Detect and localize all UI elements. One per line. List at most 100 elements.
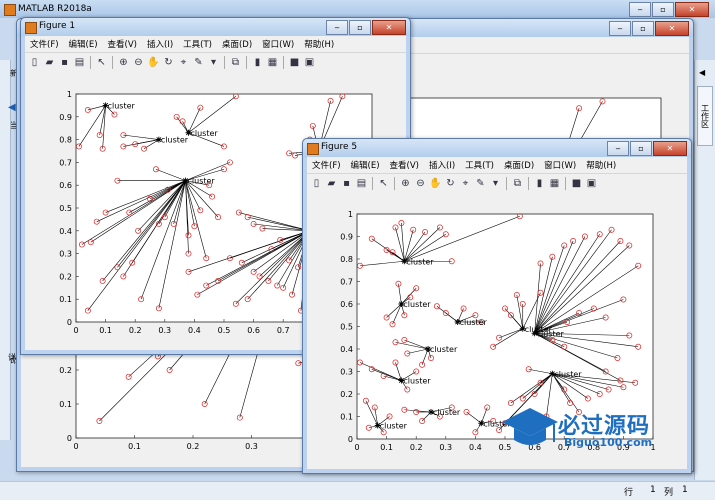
menu-item[interactable]: 插入(I): [424, 159, 460, 171]
pan-icon[interactable]: ✋: [147, 56, 160, 69]
close-button[interactable]: ✕: [655, 21, 689, 36]
pointer-icon[interactable]: ↖: [95, 56, 108, 69]
back-arrow-icon[interactable]: ◀: [8, 102, 16, 113]
maximize-button[interactable]: ▫: [630, 141, 652, 156]
workspace-side-tab[interactable]: 工作区: [697, 86, 713, 146]
close-button[interactable]: ✕: [372, 20, 406, 35]
y-tick-label: 0.6: [340, 300, 353, 309]
maximize-button[interactable]: ▫: [652, 2, 674, 17]
collapse-arrow-icon[interactable]: ◀: [699, 68, 705, 77]
figure-1-menubar: 文件(F) 编辑(E) 查看(V) 插入(I) 工具(T) 桌面(D) 窗口(W) 帮助(H): [25, 36, 406, 52]
y-tick-label: 0.8: [340, 255, 353, 264]
dropdown-icon[interactable]: ▾: [489, 177, 502, 190]
print-icon[interactable]: ▤: [355, 177, 368, 190]
cluster-label: cluster: [430, 345, 458, 354]
zoom-in-icon[interactable]: ⊕: [117, 56, 130, 69]
maximize-button[interactable]: ▫: [632, 21, 654, 36]
menu-item[interactable]: 文件(F): [25, 38, 64, 50]
colorbar-icon[interactable]: ▮: [251, 56, 264, 69]
colorbar-icon[interactable]: ▮: [533, 177, 546, 190]
print-icon[interactable]: ▤: [73, 56, 86, 69]
menu-item[interactable]: 文件(F): [307, 159, 346, 171]
cluster-label: cluster: [403, 377, 431, 386]
y-tick-label: 1: [67, 90, 72, 99]
y-tick-label: 0.4: [59, 227, 72, 236]
minimize-button[interactable]: ‒: [629, 2, 651, 17]
zoom-out-icon[interactable]: ⊖: [132, 56, 145, 69]
left-edge-label: 详: [8, 353, 16, 362]
pan-icon[interactable]: ✋: [429, 177, 442, 190]
dropdown-icon[interactable]: ▾: [207, 56, 220, 69]
figure-5-caption-buttons: ‒ ▫ ✕: [607, 141, 687, 156]
data-cursor-icon[interactable]: ⌖: [177, 56, 190, 69]
rotate-icon[interactable]: ↻: [444, 177, 457, 190]
x-tick-label: 0.4: [188, 326, 201, 335]
legend-icon[interactable]: ▦: [266, 56, 279, 69]
minimize-button[interactable]: ‒: [609, 21, 631, 36]
open-file-icon[interactable]: ▰: [325, 177, 338, 190]
menu-item[interactable]: 工具(T): [178, 38, 217, 50]
matlab-caption-buttons: ‒ ▫ ✕: [629, 2, 709, 17]
status-row-value: 1: [650, 485, 656, 495]
x-tick-label: 0.5: [218, 326, 231, 335]
toolbar-separator: [246, 55, 247, 69]
figure-back-caption-buttons: ‒ ▫ ✕: [609, 21, 689, 36]
legend-icon[interactable]: ▦: [548, 177, 561, 190]
maximize-button[interactable]: ▫: [349, 20, 371, 35]
pointer-icon[interactable]: ↖: [377, 177, 390, 190]
rotate-icon[interactable]: ↻: [162, 56, 175, 69]
menu-item[interactable]: 查看(V): [103, 38, 142, 50]
menu-item[interactable]: 窗口(W): [257, 38, 299, 50]
menu-item[interactable]: 桌面(D): [499, 159, 539, 171]
link-icon[interactable]: ⧉: [229, 56, 242, 69]
y-tick-label: 0.1: [59, 295, 72, 304]
new-file-icon[interactable]: ▯: [310, 177, 323, 190]
close-button[interactable]: ✕: [675, 2, 709, 17]
menu-item[interactable]: 编辑(E): [346, 159, 385, 171]
menu-item[interactable]: 窗口(W): [539, 159, 581, 171]
menu-item[interactable]: 工具(T): [460, 159, 499, 171]
menu-item[interactable]: 帮助(H): [299, 38, 339, 50]
figure-icon: [25, 22, 37, 34]
x-tick-label: 0.4: [469, 443, 482, 452]
show-tools-icon[interactable]: ▣: [303, 56, 316, 69]
save-icon[interactable]: ▪: [58, 56, 71, 69]
y-tick-label: 0.7: [59, 158, 72, 167]
minimize-button[interactable]: ‒: [326, 20, 348, 35]
data-cursor-icon[interactable]: ⌖: [459, 177, 472, 190]
menu-item[interactable]: 桌面(D): [217, 38, 257, 50]
brush-icon[interactable]: ✎: [474, 177, 487, 190]
close-button[interactable]: ✕: [653, 141, 687, 156]
x-tick-label: 0.1: [128, 442, 141, 451]
menu-item[interactable]: 插入(I): [142, 38, 178, 50]
x-tick-label: 0.3: [245, 442, 258, 451]
y-tick-label: 0.1: [59, 400, 72, 409]
cluster-label: cluster: [161, 136, 189, 145]
zoom-out-icon[interactable]: ⊖: [414, 177, 427, 190]
hide-tools-icon[interactable]: ■: [570, 177, 583, 190]
y-tick-label: 0: [67, 318, 72, 327]
menu-item[interactable]: 编辑(E): [64, 38, 103, 50]
toolbar-separator: [283, 55, 284, 69]
menu-item[interactable]: 帮助(H): [581, 159, 621, 171]
minimize-button[interactable]: ‒: [607, 141, 629, 156]
y-tick-label: 0.6: [59, 181, 72, 190]
show-tools-icon[interactable]: ▣: [585, 177, 598, 190]
cluster-label: cluster: [406, 257, 434, 266]
x-tick-label: 0.2: [410, 443, 423, 452]
zoom-in-icon[interactable]: ⊕: [399, 177, 412, 190]
y-tick-label: 0.1: [340, 413, 353, 422]
brush-icon[interactable]: ✎: [192, 56, 205, 69]
menu-item[interactable]: 查看(V): [385, 159, 424, 171]
new-file-icon[interactable]: ▯: [28, 56, 41, 69]
cluster-label: cluster: [433, 408, 461, 417]
y-tick-label: 0.5: [59, 204, 72, 213]
open-file-icon[interactable]: ▰: [43, 56, 56, 69]
link-icon[interactable]: ⧉: [511, 177, 524, 190]
cluster-label: cluster: [108, 101, 136, 110]
cluster-label: cluster: [188, 177, 216, 186]
x-tick-label: 0.3: [158, 326, 171, 335]
save-icon[interactable]: ▪: [340, 177, 353, 190]
hide-tools-icon[interactable]: ■: [288, 56, 301, 69]
y-tick-label: 0.2: [340, 390, 353, 399]
